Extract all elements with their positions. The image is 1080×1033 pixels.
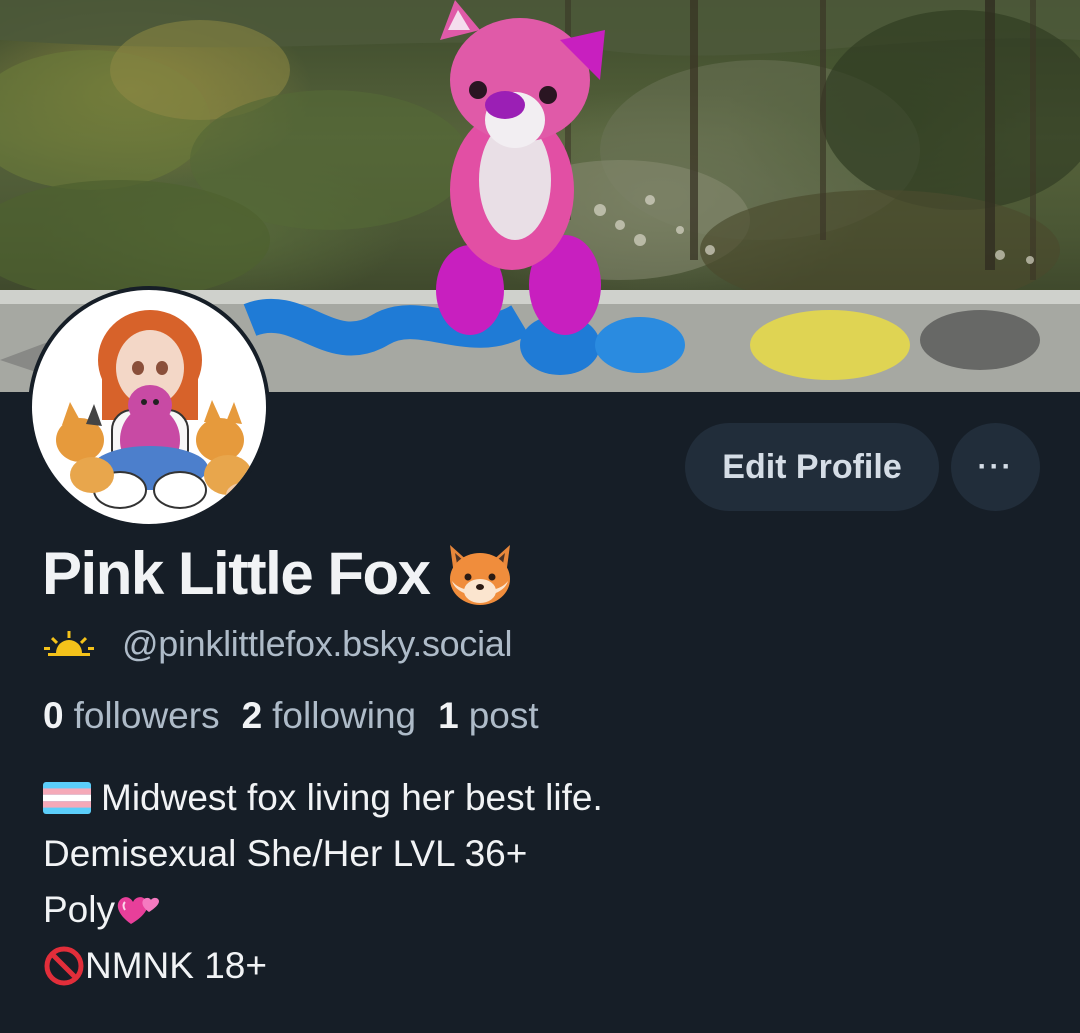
posts-label: post: [468, 695, 539, 736]
profile-page: Edit Profile ··· Pink Little Fox @pinkli…: [0, 0, 1080, 1033]
more-options-button[interactable]: ···: [951, 423, 1040, 511]
following-label: following: [272, 695, 417, 736]
bio-line: NMNK 18+: [43, 938, 603, 994]
followers-count: 0: [43, 695, 64, 736]
fox-face-icon: [444, 541, 516, 607]
bio-text-line2: Demisexual She/Her LVL 36+: [43, 833, 528, 874]
bio-line: Demisexual She/Her LVL 36+: [43, 826, 603, 882]
profile-handle[interactable]: @pinklittlefox.bsky.social: [122, 623, 513, 665]
followers-label: followers: [73, 695, 220, 736]
prohibited-icon: [43, 945, 85, 987]
bio-text-line4: NMNK 18+: [85, 945, 267, 986]
bio-line: Poly: [43, 882, 603, 938]
following-count: 2: [241, 695, 263, 736]
two-hearts-icon: [115, 890, 161, 930]
ellipsis-icon: ···: [977, 450, 1014, 483]
profile-bio: Midwest fox living her best life. Demise…: [43, 770, 603, 994]
bio-text-line3: Poly: [43, 889, 115, 930]
following-stat[interactable]: 2 following: [242, 695, 417, 737]
posts-stat: 1 post: [438, 695, 539, 737]
transgender-flag-icon: [43, 782, 91, 814]
profile-stats: 0 followers 2 following 1 post: [43, 690, 561, 742]
bio-text-line1: Midwest fox living her best life.: [101, 777, 603, 818]
handle-row: @pinklittlefox.bsky.social: [44, 618, 513, 670]
edit-profile-button[interactable]: Edit Profile: [685, 423, 939, 511]
followers-stat[interactable]: 0 followers: [43, 695, 220, 737]
sunrise-icon: [44, 629, 94, 659]
edit-profile-label: Edit Profile: [722, 447, 902, 486]
display-name: Pink Little Fox: [42, 540, 431, 607]
avatar-image: [32, 290, 266, 524]
posts-count: 1: [438, 695, 459, 736]
display-name-row: Pink Little Fox: [42, 536, 516, 612]
avatar[interactable]: [28, 286, 270, 528]
bio-line: Midwest fox living her best life.: [43, 770, 603, 826]
